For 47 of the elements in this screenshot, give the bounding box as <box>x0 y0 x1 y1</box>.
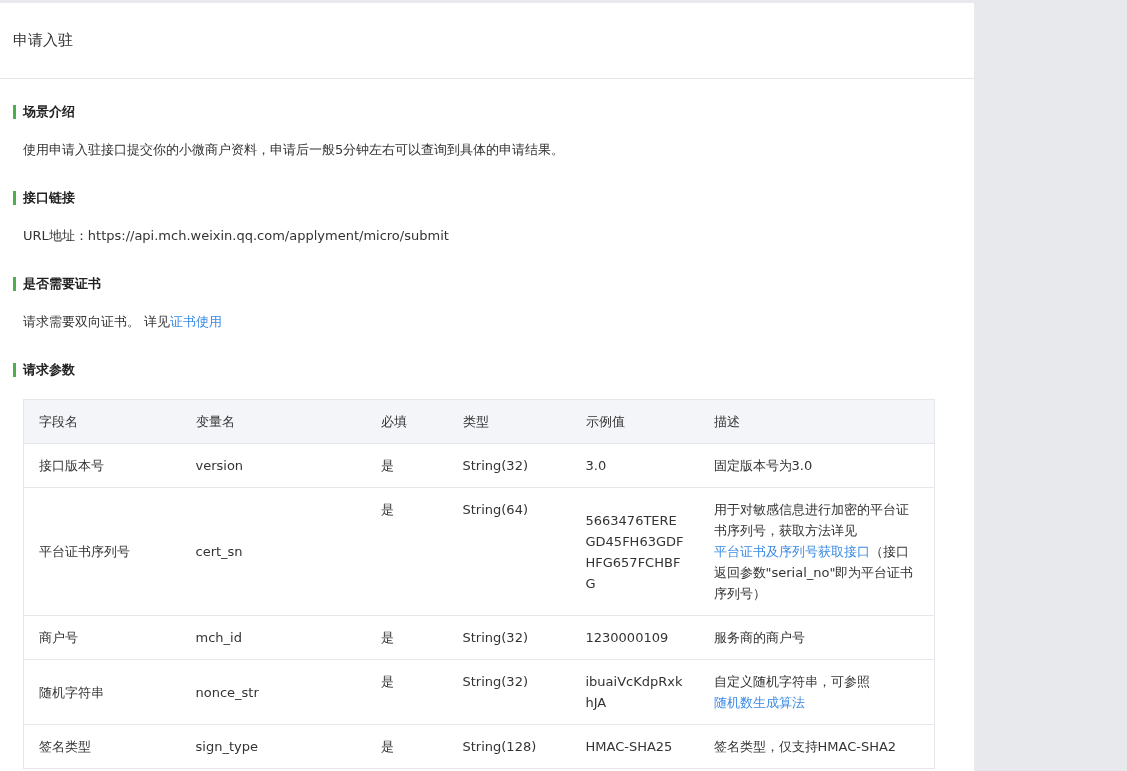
table-cell: 1230000109 <box>570 615 699 660</box>
table-cell: 签名类型，仅支持HMAC-SHA2 <box>698 724 935 769</box>
column-header: 变量名 <box>180 399 366 444</box>
column-header: 描述 <box>698 399 935 444</box>
section-heading: 接口链接 <box>23 189 75 207</box>
table-cell: 平台证书序列号 <box>23 487 181 616</box>
table-cell: 3.0 <box>570 443 699 488</box>
section-heading: 是否需要证书 <box>23 275 101 293</box>
table-cell: 是 <box>365 487 448 616</box>
section-text: 请求需要双向证书。 详见证书使用 <box>23 313 224 331</box>
table-cell: 商户号 <box>23 615 181 660</box>
table-cell: 随机字符串 <box>23 659 181 725</box>
table-cell: 固定版本号为3.0 <box>698 443 935 488</box>
table-cell: String(32) <box>447 659 571 725</box>
table-cell: 签名类型 <box>23 724 181 769</box>
table-cell: ibuaiVcKdpRxkhJA <box>570 659 699 725</box>
table-cell: mch_id <box>180 615 366 660</box>
column-header: 类型 <box>447 399 571 444</box>
table-cell: 是 <box>365 724 448 769</box>
table-cell: HMAC-SHA25 <box>570 724 699 769</box>
table-cell: 5663476TEREGD45FH63GDFHFG657FCHBFG <box>570 487 699 616</box>
table-cell: 是 <box>365 615 448 660</box>
page-title: 申请入驻 <box>13 31 73 50</box>
table-cell: String(32) <box>447 443 571 488</box>
table-cell: 接口版本号 <box>23 443 181 488</box>
column-header: 必填 <box>365 399 448 444</box>
table-cell: 是 <box>365 659 448 725</box>
section-heading: 请求参数 <box>23 361 75 379</box>
table-cell: cert_sn <box>180 487 366 616</box>
table-cell: String(64) <box>447 487 571 616</box>
table-cell: sign_type <box>180 724 366 769</box>
table-cell: 用于对敏感信息进行加密的平台证书序列号，获取方法详见 平台证书及序列号获取接口（接口返回参数"serial_no"即为平台证书序列号） <box>698 487 935 616</box>
column-header: 示例值 <box>570 399 699 444</box>
section-text: 使用申请入驻接口提交你的小微商户资料，申请后一般5分钟左右可以查询到具体的申请结果。 <box>23 141 566 159</box>
table-cell: 自定义随机字符串，可参照 随机数生成算法 <box>698 659 935 725</box>
table-cell: String(32) <box>447 615 571 660</box>
table-cell: version <box>180 443 366 488</box>
doc-link[interactable]: 平台证书及序列号获取接口 <box>713 544 870 559</box>
doc-link[interactable]: 随机数生成算法 <box>713 695 805 710</box>
table-cell: String(128) <box>447 724 571 769</box>
column-header: 字段名 <box>23 399 181 444</box>
table-cell: nonce_str <box>180 659 366 725</box>
table-cell: 服务商的商户号 <box>698 615 935 660</box>
table-cell: 是 <box>365 443 448 488</box>
section-heading: 场景介绍 <box>23 103 75 121</box>
doc-link[interactable]: 证书使用 <box>170 314 223 329</box>
section-text: URL地址：https://api.mch.weixin.qq.com/applyment/micro/submit <box>23 227 450 245</box>
